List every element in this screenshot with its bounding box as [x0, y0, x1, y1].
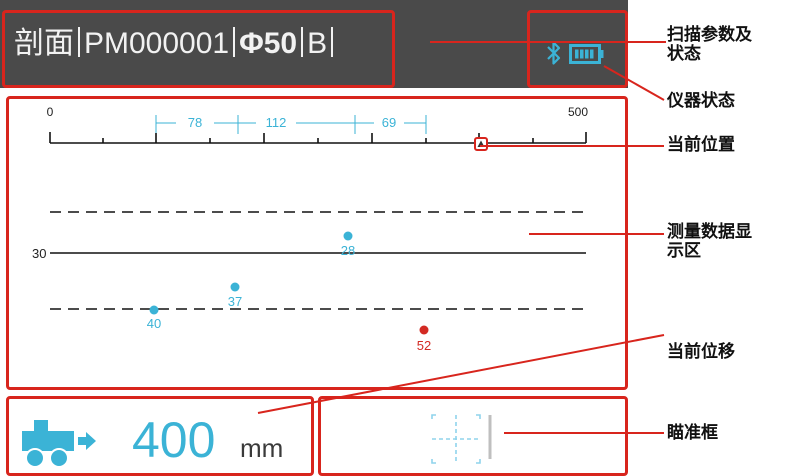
annotation-current-position: 当前位置: [667, 135, 735, 155]
annotation-instrument-status: 仪器状态: [667, 91, 735, 111]
annotation-data-area: 测量数据显 示区: [667, 222, 752, 261]
annotation-current-displacement: 当前位移: [667, 342, 735, 362]
annotation-scan-params: 扫描参数及 状态: [667, 25, 752, 64]
annotation-aiming-frame: 瞄准框: [667, 423, 718, 443]
